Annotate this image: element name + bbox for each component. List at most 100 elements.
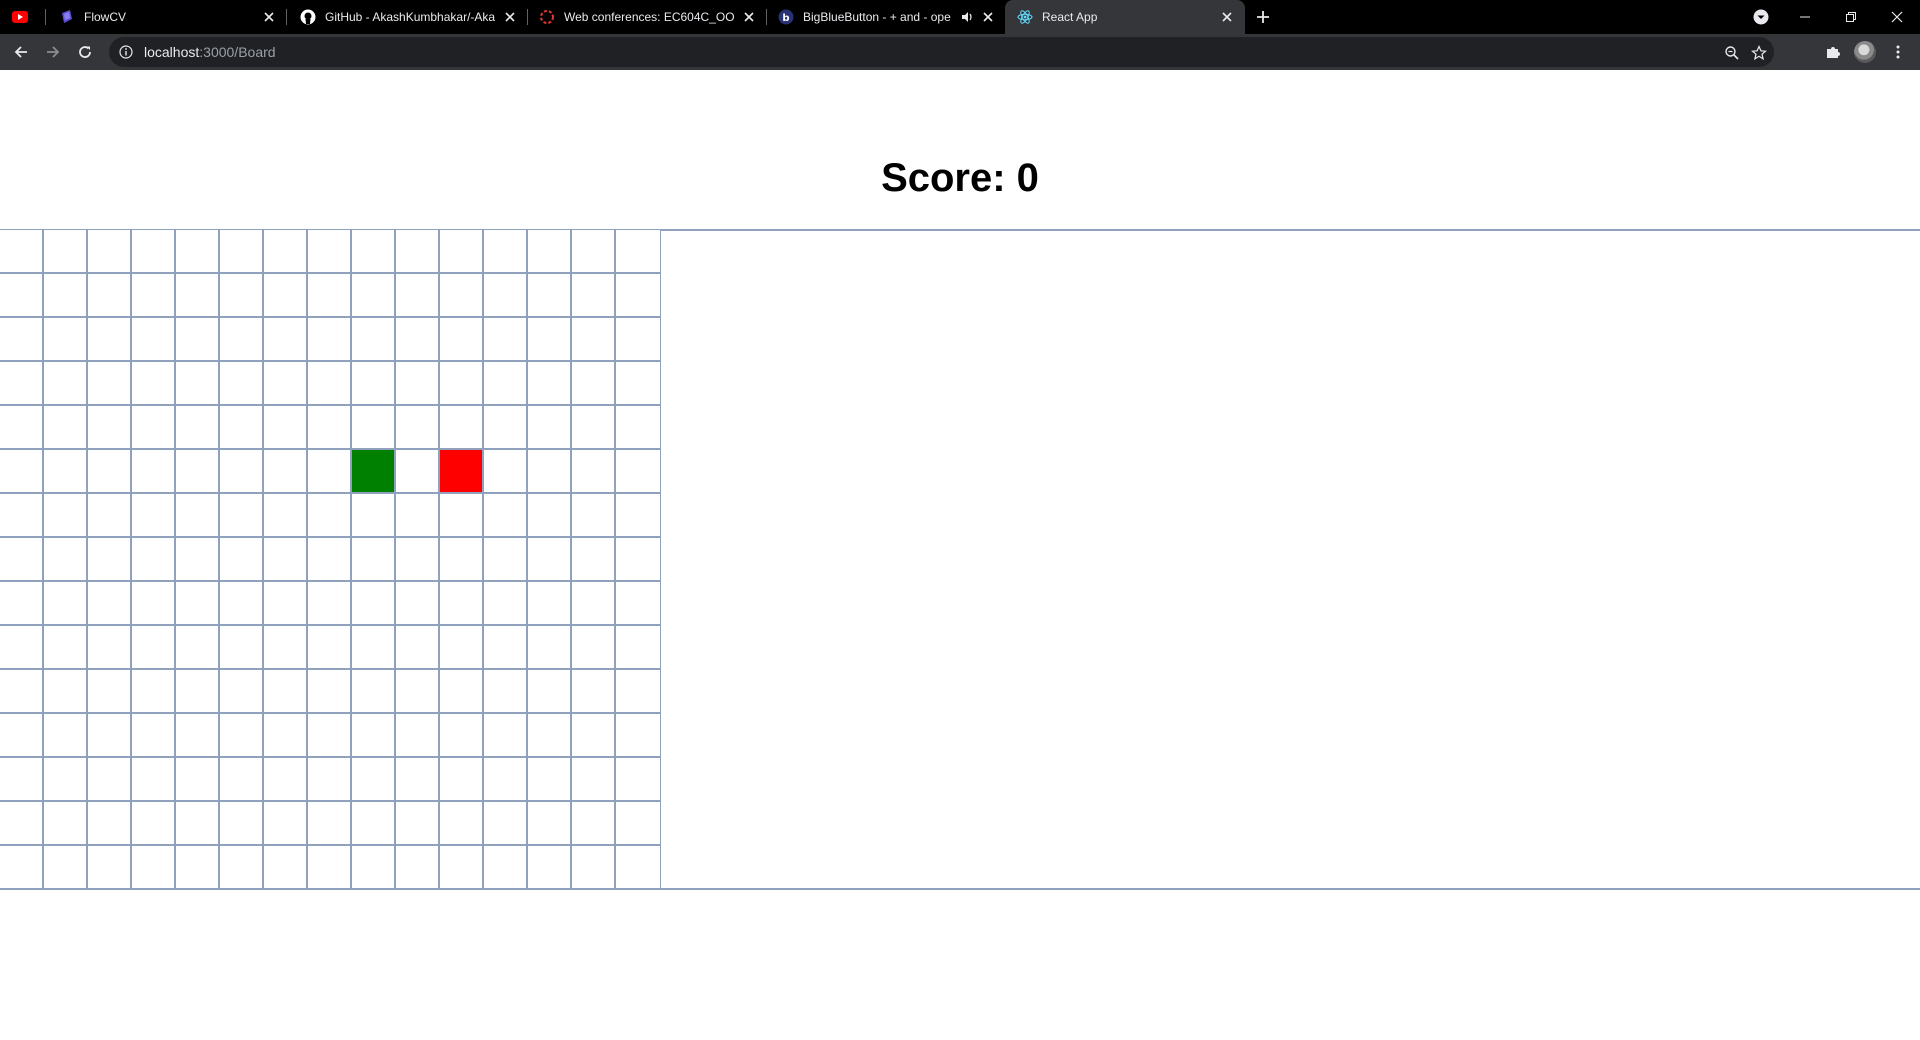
board-cell: [0, 802, 44, 846]
address-bar[interactable]: localhost:3000/Board: [109, 37, 1774, 67]
tab-title: FlowCV: [84, 10, 127, 24]
board-cell: [440, 670, 484, 714]
board-cell: [0, 450, 44, 494]
tab-title: GitHub - AkashKumbhakar/-Aka: [325, 10, 496, 24]
close-icon[interactable]: [261, 9, 277, 25]
board-cell: [220, 230, 264, 274]
close-icon[interactable]: [502, 9, 518, 25]
close-icon[interactable]: [980, 9, 996, 25]
audio-playing-icon[interactable]: [960, 10, 974, 24]
menu-button[interactable]: [1886, 40, 1910, 64]
url-path: :3000/Board: [199, 44, 276, 60]
board-cell: [220, 406, 264, 450]
back-button[interactable]: [9, 40, 33, 64]
board-cell: [440, 406, 484, 450]
board-cell: [440, 626, 484, 670]
board-cell: [88, 846, 132, 890]
board-cell: [176, 846, 220, 890]
board-cell: [44, 670, 88, 714]
tab-youtube[interactable]: [0, 0, 46, 34]
tab-search-button[interactable]: [1738, 0, 1784, 34]
board-cell: [616, 362, 660, 406]
board-cell: [0, 758, 44, 802]
board-cell: [396, 758, 440, 802]
youtube-icon: [12, 9, 28, 25]
board-cell: [132, 362, 176, 406]
board-cell: [572, 538, 616, 582]
board-cell: [264, 494, 308, 538]
close-icon[interactable]: [741, 9, 757, 25]
close-window-button[interactable]: [1874, 0, 1920, 34]
plus-icon: [1257, 11, 1269, 23]
board-cell: [396, 274, 440, 318]
board-cell: [88, 582, 132, 626]
board-cell: [308, 362, 352, 406]
info-icon[interactable]: [118, 44, 134, 60]
tab-web-conferences[interactable]: Web conferences: EC604C_OOP_: [527, 0, 767, 34]
board-cell: [616, 494, 660, 538]
board-cell: [44, 758, 88, 802]
board-cell: [484, 846, 528, 890]
board-cell: [308, 538, 352, 582]
board-cell: [440, 538, 484, 582]
board-cell: [440, 494, 484, 538]
reload-button[interactable]: [73, 40, 97, 64]
board-cell: [528, 846, 572, 890]
board-cell: [44, 626, 88, 670]
page-content: Score: 0: [0, 70, 1920, 1040]
board-cell: [44, 714, 88, 758]
board-cell: [352, 758, 396, 802]
board-cell: [572, 318, 616, 362]
board-cell: [176, 318, 220, 362]
minimize-button[interactable]: [1782, 0, 1828, 34]
board-cell: [352, 538, 396, 582]
bigbluebutton-icon: b: [778, 9, 794, 25]
board-cell: [0, 626, 44, 670]
board-cell: [88, 318, 132, 362]
tab-flowcv[interactable]: FlowCV: [47, 0, 287, 34]
board-cell: [220, 318, 264, 362]
zoom-icon[interactable]: [1723, 44, 1741, 62]
tab-react-app[interactable]: React App: [1005, 0, 1245, 34]
board-cell: [352, 494, 396, 538]
board-cell: [616, 538, 660, 582]
new-tab-button[interactable]: [1253, 7, 1273, 27]
board-cell: [616, 802, 660, 846]
board-cell: [132, 494, 176, 538]
board-cell: [484, 626, 528, 670]
board-cell: [352, 406, 396, 450]
board-cell: [440, 362, 484, 406]
board-cell: [220, 362, 264, 406]
board-cell: [528, 626, 572, 670]
board-cell: [308, 494, 352, 538]
snake-cell: [352, 450, 396, 494]
profile-button[interactable]: [1853, 40, 1877, 64]
board-cell: [220, 846, 264, 890]
tab-title: Web conferences: EC604C_OOP_: [564, 10, 735, 24]
board-cell: [528, 406, 572, 450]
board-cell: [88, 230, 132, 274]
board-cell: [440, 758, 484, 802]
extensions-button[interactable]: [1821, 40, 1845, 64]
svg-text:b: b: [782, 13, 789, 24]
board-cell: [572, 362, 616, 406]
board-cell: [176, 802, 220, 846]
board-cell: [220, 582, 264, 626]
tab-title: React App: [1042, 10, 1098, 24]
board-cell: [88, 802, 132, 846]
board-cell: [396, 846, 440, 890]
bookmark-star-icon[interactable]: [1750, 44, 1768, 62]
board-cell: [484, 450, 528, 494]
board-cell: [484, 758, 528, 802]
board-cell: [308, 582, 352, 626]
board-cell: [44, 846, 88, 890]
tab-bigbluebutton[interactable]: b BigBlueButton - + and - ope: [766, 0, 1006, 34]
tab-github[interactable]: GitHub - AkashKumbhakar/-Aka: [288, 0, 528, 34]
close-icon[interactable]: [1219, 9, 1235, 25]
board-cell: [132, 274, 176, 318]
forward-button[interactable]: [41, 40, 65, 64]
restore-button[interactable]: [1828, 0, 1874, 34]
board-cell: [0, 362, 44, 406]
board-cell: [572, 714, 616, 758]
board-cell: [572, 406, 616, 450]
